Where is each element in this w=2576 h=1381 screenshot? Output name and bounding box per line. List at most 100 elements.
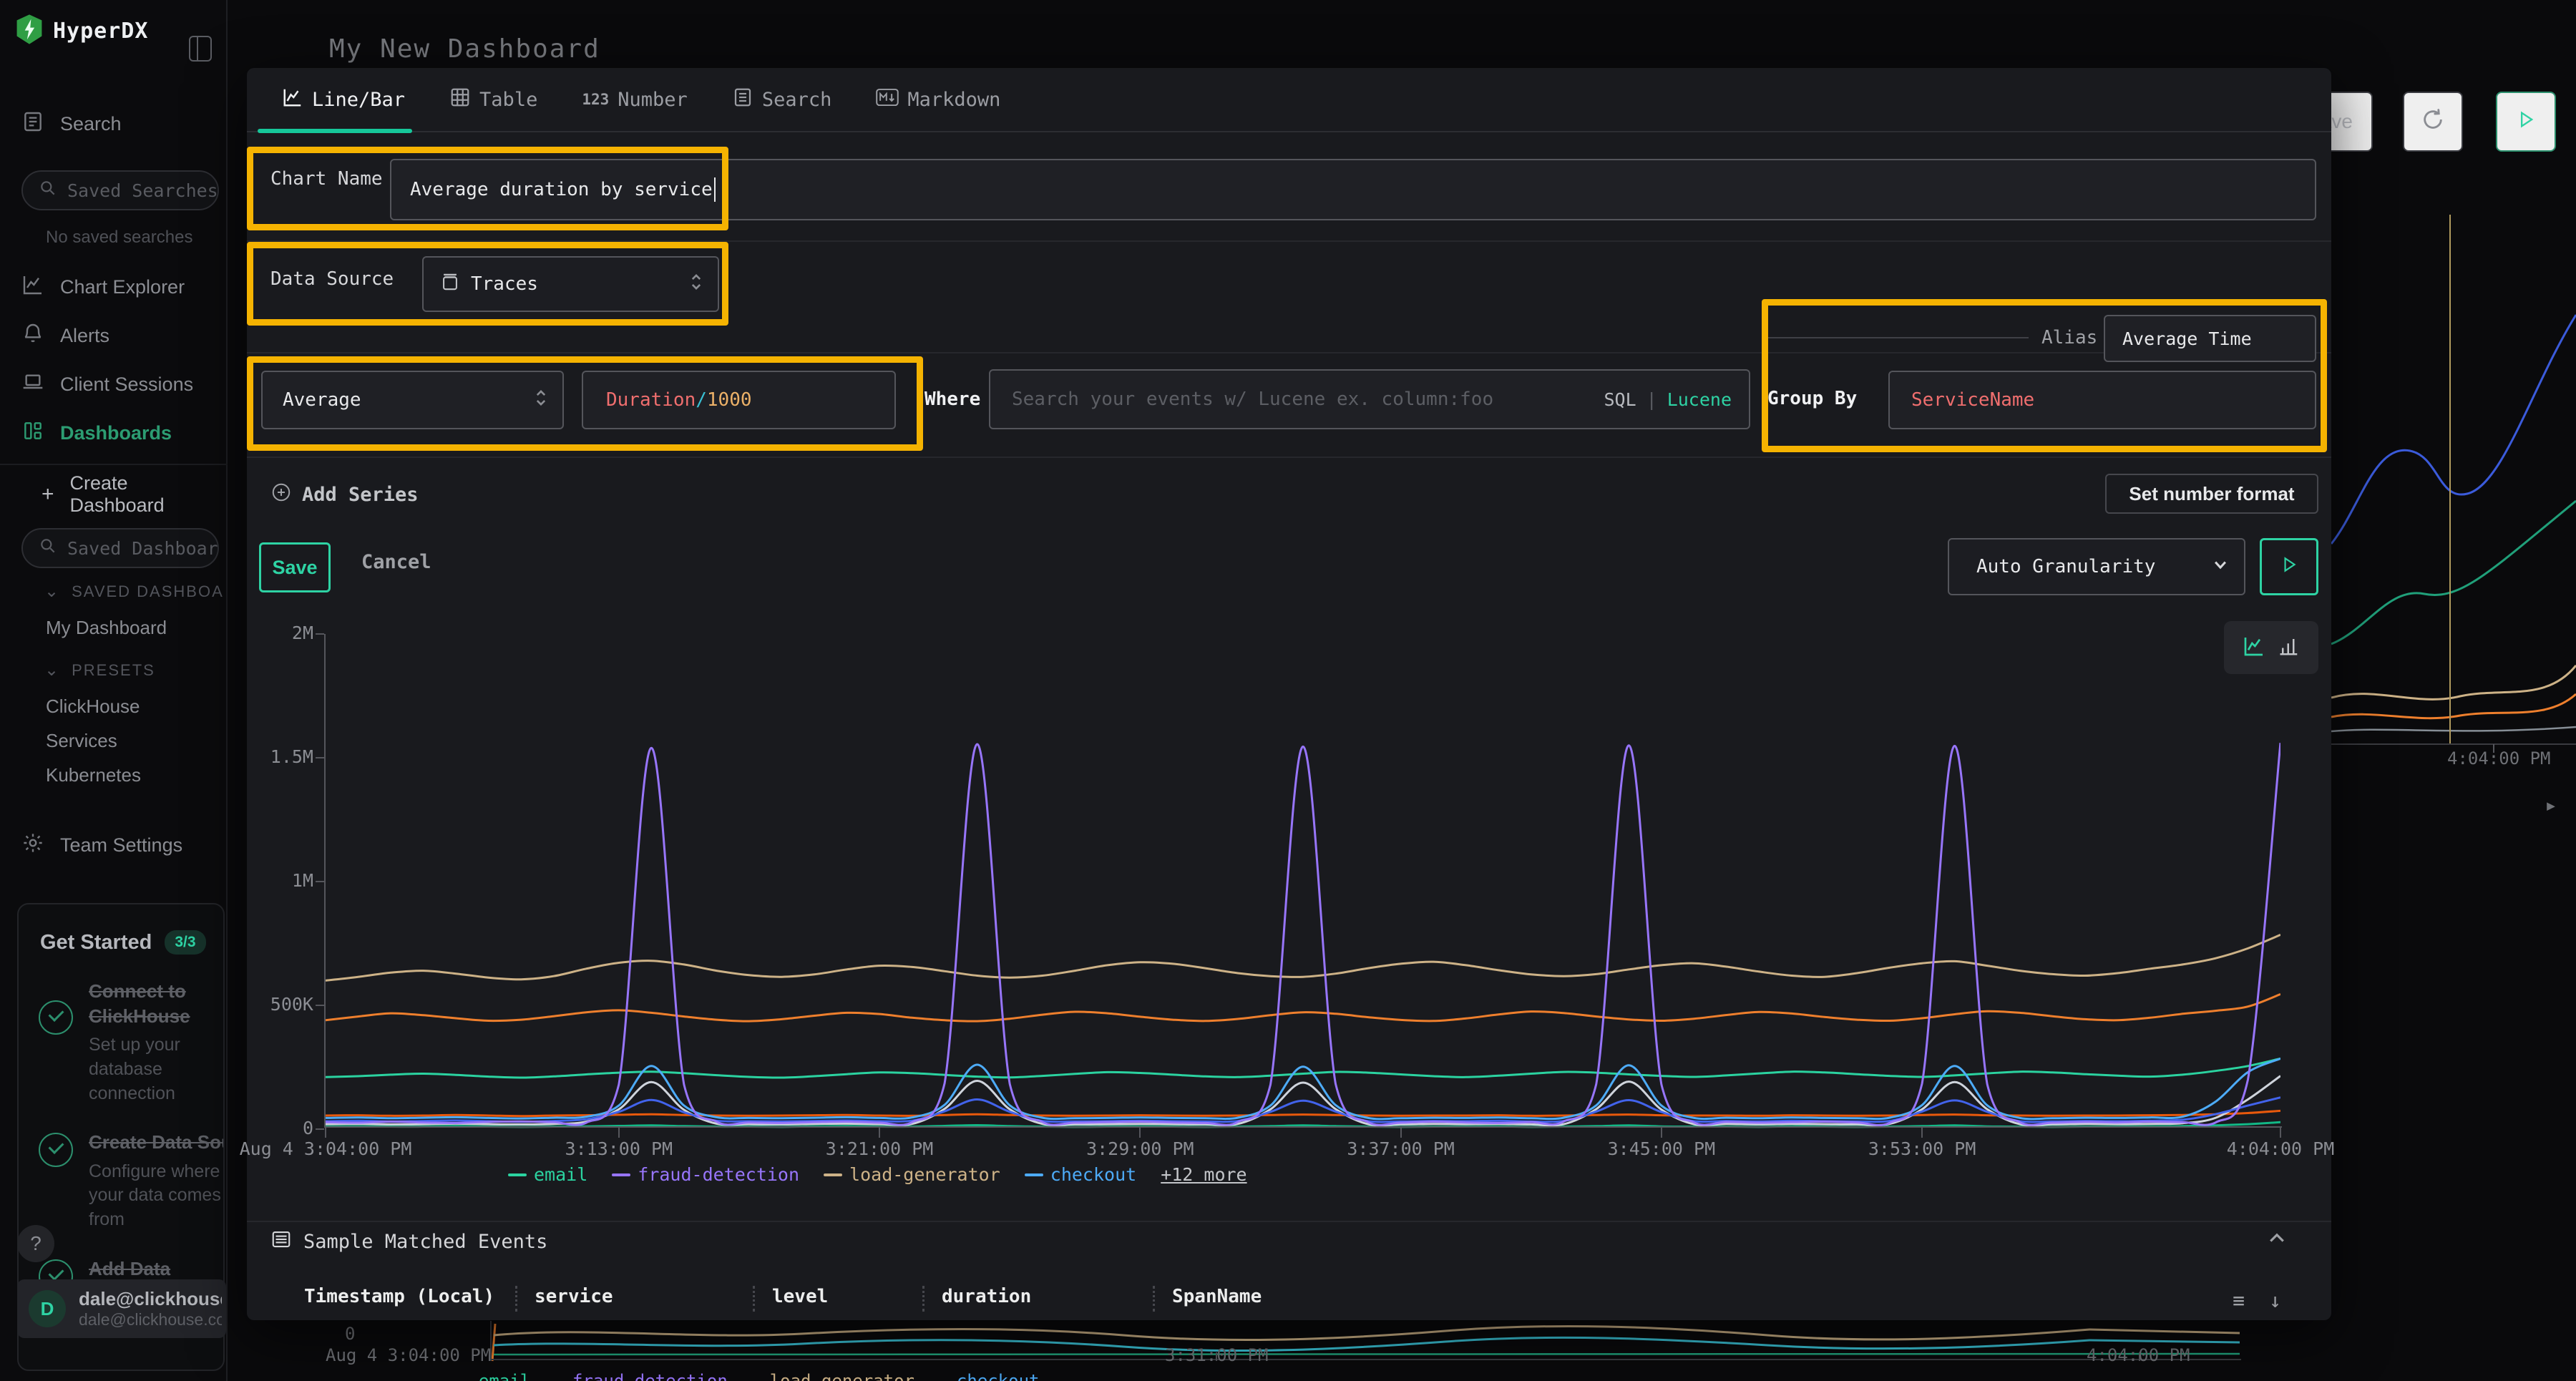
main-chart[interactable] <box>326 634 2280 1129</box>
tab-markdown[interactable]: Markdown <box>876 88 1000 112</box>
column-separator[interactable] <box>515 1286 517 1312</box>
create-dashboard-button[interactable]: + Create Dashboard <box>0 478 228 511</box>
get-started-step[interactable]: Create Data Source Configure where your … <box>19 1106 223 1231</box>
column-separator[interactable] <box>753 1286 755 1312</box>
user-email: dale@clickhouse.c <box>79 1288 222 1310</box>
sidebar-item-kubernetes[interactable]: Kubernetes <box>46 764 141 786</box>
chart-name-value: Average duration by service <box>410 179 713 200</box>
x-tick-mark <box>1139 1128 1141 1138</box>
series-email <box>326 1058 2280 1078</box>
section-presets[interactable]: ⌄ PRESETS <box>44 660 223 680</box>
download-icon[interactable]: ↓ <box>2269 1289 2281 1312</box>
sidebar-item-dashboards[interactable]: Dashboards <box>0 416 228 449</box>
table-column-header[interactable]: duration <box>942 1286 1153 1307</box>
laptop-icon <box>21 371 44 399</box>
section-saved-dashboards[interactable]: ⌄ SAVED DASHBOARDS <box>44 581 223 602</box>
brand[interactable]: HyperDX <box>16 14 148 47</box>
sidebar-item-chart-explorer[interactable]: Chart Explorer <box>0 270 228 303</box>
where-search-input[interactable]: Search your events w/ Lucene ex. column:… <box>989 369 1750 429</box>
background-mini-tick-3: 4:04:00 PM <box>2087 1345 2190 1365</box>
create-dashboard-label: Create Dashboard <box>70 472 228 517</box>
table-column-header[interactable]: SpanName <box>1172 1286 1601 1307</box>
y-axis-line <box>324 634 326 1128</box>
saved-dashboards-input[interactable]: Saved Dashboards <box>21 528 219 568</box>
data-source-select[interactable]: Traces <box>422 256 719 312</box>
sidebar-item-team-settings[interactable]: Team Settings <box>0 829 228 862</box>
group-by-value: ServiceName <box>1911 389 2034 411</box>
sample-events-table-header: Timestamp (Local) service level duration Spa… <box>304 1286 1601 1319</box>
document-list-icon <box>732 87 753 113</box>
sql-mode-toggle[interactable]: SQL <box>1604 389 1636 410</box>
background-mini-legend: — email— fraud-detection— load-generator… <box>458 1371 1039 1381</box>
scroll-arrow-icon[interactable]: ▸ <box>2545 793 2557 818</box>
tab-table[interactable]: Table <box>449 87 537 113</box>
help-button[interactable]: ? <box>17 1225 54 1262</box>
table-column-header[interactable]: Timestamp (Local) <box>304 1286 515 1307</box>
field-formula-input[interactable]: Duration/1000 <box>582 371 896 429</box>
sidebar-collapse-icon[interactable] <box>189 36 212 62</box>
saved-searches-input[interactable]: Saved Searches <box>21 170 219 210</box>
legend-dash-icon <box>824 1173 842 1176</box>
x-tick-mark <box>1400 1128 1402 1138</box>
modal-divider <box>247 457 2331 458</box>
legend-item-checkout[interactable]: checkout <box>1025 1164 1136 1185</box>
sidebar-item-my-dashboard[interactable]: My Dashboard <box>46 617 167 639</box>
table-column-header[interactable]: level <box>772 1286 922 1307</box>
x-tick-label: 3:21:00 PM <box>826 1138 934 1159</box>
user-menu[interactable]: D dale@clickhouse.c dale@clickhouse.com'… <box>17 1279 226 1338</box>
column-separator[interactable] <box>922 1286 924 1312</box>
legend-dash-icon <box>508 1173 527 1176</box>
legend-more-link[interactable]: +12 more <box>1161 1164 1246 1185</box>
dashboards-icon <box>21 419 44 447</box>
set-number-format-button[interactable]: Set number format <box>2105 474 2318 514</box>
sidebar-item-label: Dashboards <box>60 422 172 444</box>
run-chart-button[interactable] <box>2260 538 2318 595</box>
sidebar-item-label: Alerts <box>60 325 109 347</box>
tab-line-bar[interactable]: Line/Bar <box>282 87 405 113</box>
sample-events-header[interactable]: Sample Matched Events <box>270 1229 547 1255</box>
filter-icon[interactable]: ≡ <box>2233 1289 2245 1312</box>
legend-item-email[interactable]: email <box>508 1164 587 1185</box>
lucene-mode-toggle[interactable]: Lucene <box>1667 389 1732 410</box>
legend-item-fraud-detection[interactable]: fraud-detection <box>612 1164 799 1185</box>
y-tick-mark <box>316 1005 324 1006</box>
chart-name-input[interactable]: Average duration by service <box>390 159 2316 220</box>
granularity-select[interactable]: Auto Granularity <box>1948 538 2245 595</box>
legend-label: checkout <box>1050 1164 1136 1185</box>
search-icon <box>39 537 57 560</box>
user-team: dale@clickhouse.com's <box>79 1310 222 1329</box>
number-123-icon: 123 <box>582 91 609 108</box>
sidebar-item-clickhouse[interactable]: ClickHouse <box>46 696 140 718</box>
save-button[interactable]: Save <box>259 542 331 592</box>
group-by-input[interactable]: ServiceName <box>1888 371 2316 429</box>
gear-icon <box>21 831 44 859</box>
sidebar-item-alerts[interactable]: Alerts <box>0 319 228 352</box>
tab-number[interactable]: 123 Number <box>582 89 687 111</box>
add-series-button[interactable]: Add Series <box>270 482 419 508</box>
legend-label: load-generator <box>849 1164 1000 1185</box>
sidebar-item-services[interactable]: Services <box>46 730 117 752</box>
tab-search[interactable]: Search <box>732 87 832 113</box>
x-tick-mark <box>1661 1128 1662 1138</box>
sidebar-item-search[interactable]: Search <box>0 107 228 140</box>
modal-divider <box>247 1221 2331 1222</box>
sidebar: HyperDX Search Saved Searches No saved s… <box>0 0 228 1381</box>
collapse-chevron-icon[interactable] <box>2267 1229 2287 1251</box>
legend-dash-icon <box>1025 1173 1043 1176</box>
plus-icon: + <box>42 482 54 507</box>
aggregation-select[interactable]: Average <box>261 371 564 429</box>
table-icon <box>449 87 471 113</box>
alias-input[interactable]: Average Time <box>2104 315 2316 362</box>
refresh-button[interactable] <box>2403 92 2463 152</box>
cancel-button[interactable]: Cancel <box>361 551 431 573</box>
x-tick-mark <box>2280 1128 2281 1138</box>
sidebar-item-client-sessions[interactable]: Client Sessions <box>0 368 228 401</box>
legend-label: fraud-detection <box>638 1164 799 1185</box>
formula-field: Duration <box>606 389 696 411</box>
column-separator[interactable] <box>1153 1286 1155 1312</box>
get-started-step[interactable]: Connect to ClickHouse Set up your databa… <box>19 955 223 1106</box>
legend-item-load-generator[interactable]: load-generator <box>824 1164 1000 1185</box>
x-tick-mark <box>618 1128 620 1138</box>
run-query-button[interactable] <box>2496 92 2556 152</box>
table-column-header[interactable]: service <box>535 1286 753 1307</box>
